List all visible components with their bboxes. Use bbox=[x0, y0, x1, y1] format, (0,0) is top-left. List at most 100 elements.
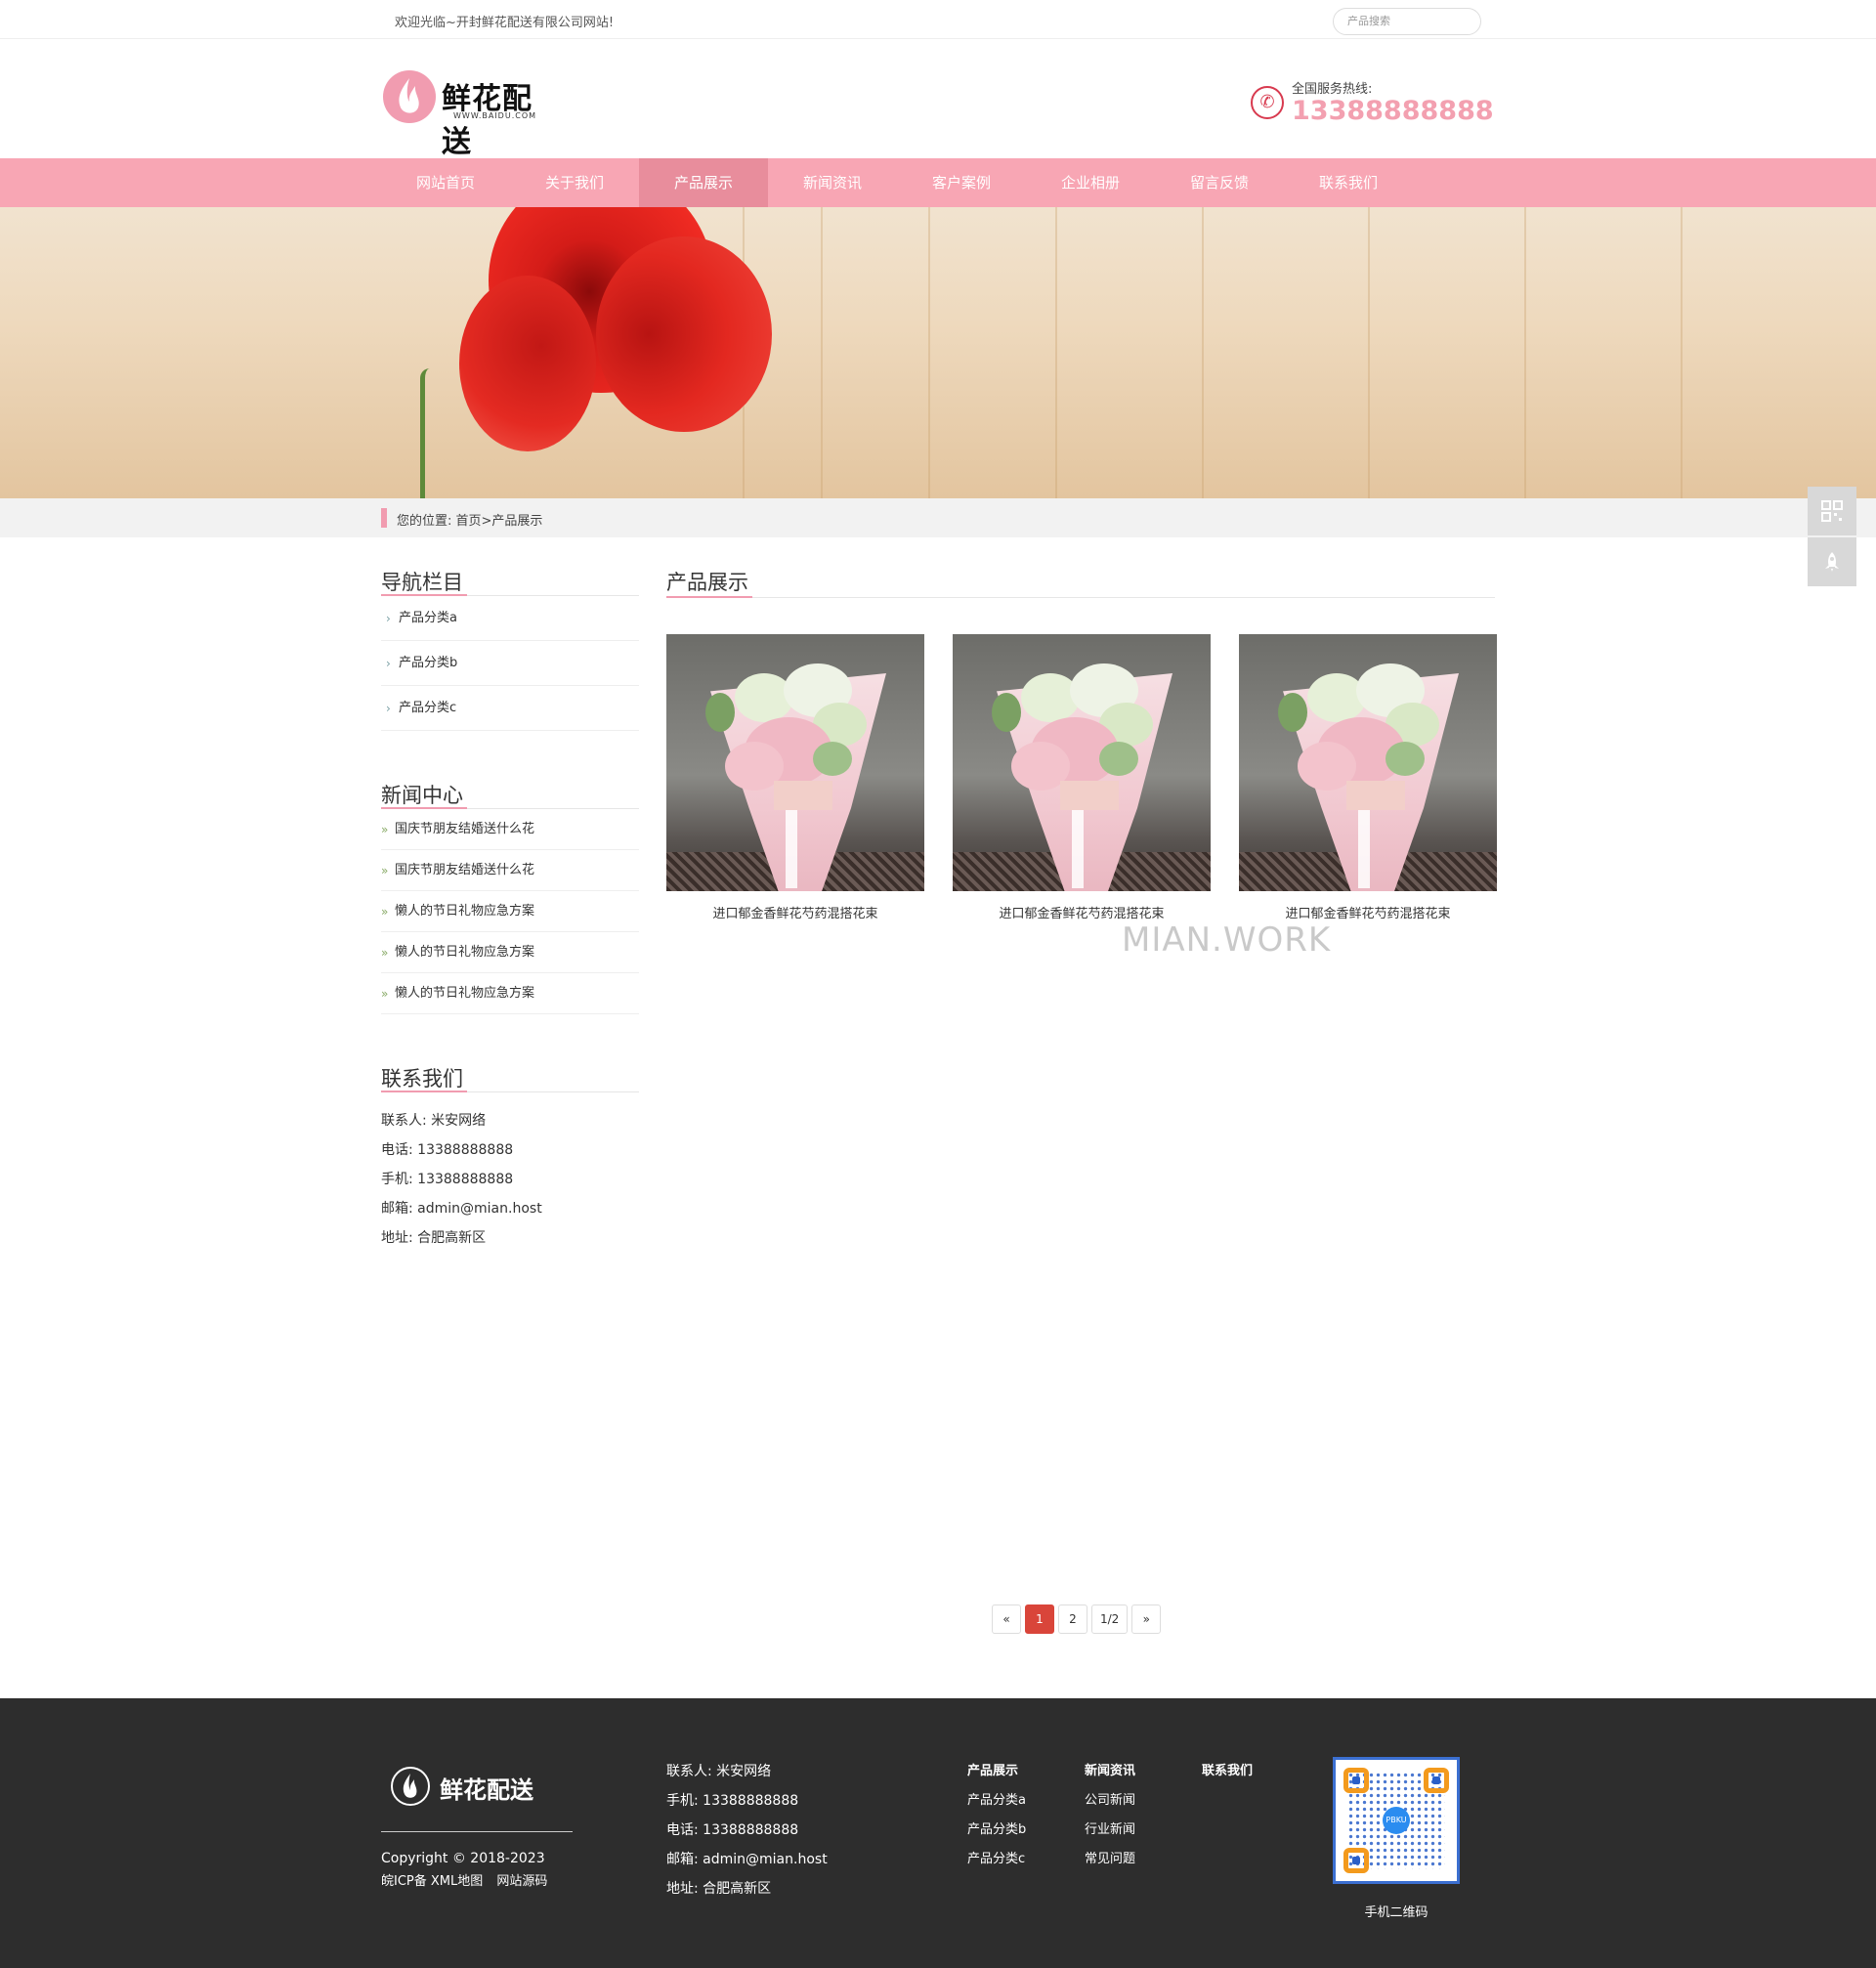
contact-line: 联系人: 米安网络 bbox=[381, 1113, 487, 1129]
sidebar: 导航栏目 › 产品分类a › 产品分类b › 产品分类c 新闻中心 » 国庆节朋友结婚送什么… bbox=[381, 537, 639, 1253]
footer-contact-line: 手机: 13388888888 bbox=[666, 1793, 799, 1809]
pager-prev-button[interactable]: « bbox=[992, 1604, 1021, 1634]
pager-page-button[interactable]: 1 bbox=[1025, 1604, 1054, 1634]
hotline-number: 13388888888 bbox=[1292, 96, 1494, 126]
news-item[interactable]: » 懒人的节日礼物应急方案 bbox=[381, 932, 639, 973]
product-name[interactable]: 进口郁金香鲜花芍药混搭花束 bbox=[1239, 903, 1497, 921]
hotline-label: 全国服务热线: bbox=[1292, 82, 1373, 97]
footer-contact-line: 联系人: 米安网络 bbox=[666, 1764, 772, 1779]
footer-contact-line: 地址: 合肥高新区 bbox=[666, 1881, 772, 1897]
breadcrumb: 您的位置: 首页>产品展示 bbox=[0, 498, 1876, 537]
contact-line: 电话: 13388888888 bbox=[381, 1142, 514, 1158]
nav-item-1[interactable]: 关于我们 bbox=[510, 158, 639, 207]
watermark: MIAN.WORK bbox=[1122, 920, 1332, 960]
nav-item-7[interactable]: 联系我们 bbox=[1284, 158, 1413, 207]
news-list: » 国庆节朋友结婚送什么花 » 国庆节朋友结婚送什么花 » 懒人的节日礼物应急方案 » 懒人的… bbox=[381, 809, 639, 1014]
double-chevron-icon: » bbox=[381, 864, 389, 877]
pager-page-button[interactable]: 2 bbox=[1058, 1604, 1087, 1634]
footer-divider bbox=[381, 1831, 573, 1832]
footer-link[interactable]: 行业新闻 bbox=[1085, 1816, 1135, 1845]
news-title: 国庆节朋友结婚送什么花 bbox=[395, 863, 535, 877]
news-title: 懒人的节日礼物应急方案 bbox=[395, 904, 535, 919]
chevron-right-icon: › bbox=[386, 702, 391, 715]
footer-contact-line: 电话: 13388888888 bbox=[666, 1822, 799, 1838]
qr-label: 手机二维码 bbox=[1364, 1905, 1428, 1920]
qr-code-icon: PBKU bbox=[1333, 1757, 1460, 1884]
footer-col-heading[interactable]: 联系我们 bbox=[1202, 1757, 1253, 1786]
footer: 鲜花配送 Copyright © 2018-2023 皖ICP备 XML地图 网… bbox=[0, 1698, 1876, 1968]
contact-line: 地址: 合肥高新区 bbox=[381, 1230, 487, 1246]
double-chevron-icon: » bbox=[381, 946, 389, 960]
site-logo[interactable]: 鲜花配送 WWW.BAIDU.COM bbox=[383, 70, 559, 159]
double-chevron-icon: » bbox=[381, 987, 389, 1001]
page-title: 产品展示 bbox=[666, 537, 1495, 598]
news-item[interactable]: » 懒人的节日礼物应急方案 bbox=[381, 973, 639, 1014]
category-item[interactable]: › 产品分类a bbox=[381, 596, 639, 641]
news-item[interactable]: » 懒人的节日礼物应急方案 bbox=[381, 891, 639, 932]
footer-col-heading[interactable]: 新闻资讯 bbox=[1085, 1757, 1135, 1786]
chevron-right-icon: › bbox=[386, 612, 391, 625]
category-item[interactable]: › 产品分类b bbox=[381, 641, 639, 686]
footer-logo-text: 鲜花配送 bbox=[440, 1776, 533, 1804]
breadcrumb-text[interactable]: 您的位置: 首页>产品展示 bbox=[397, 510, 542, 529]
news-title: 国庆节朋友结婚送什么花 bbox=[395, 822, 535, 836]
pager-next-button[interactable]: » bbox=[1131, 1604, 1162, 1634]
contact-list: 联系人: 米安网络电话: 13388888888 手机: 13388888888 邮… bbox=[381, 1092, 639, 1253]
category-item[interactable]: › 产品分类c bbox=[381, 686, 639, 731]
icp-link[interactable]: 皖ICP备 bbox=[381, 1874, 427, 1889]
qr-code-icon bbox=[1821, 500, 1843, 522]
product-name[interactable]: 进口郁金香鲜花芍药混搭花束 bbox=[953, 903, 1211, 921]
product-card[interactable]: 进口郁金香鲜花芍药混搭花束 bbox=[1239, 634, 1497, 921]
rocket-top-icon bbox=[1821, 551, 1843, 573]
footer-contact-line: 邮箱: admin@mian.host bbox=[666, 1852, 828, 1867]
double-chevron-icon: » bbox=[381, 905, 389, 919]
logo-flame-icon bbox=[391, 1767, 430, 1806]
footer-link[interactable]: 常见问题 bbox=[1085, 1845, 1135, 1874]
news-title: 懒人的节日礼物应急方案 bbox=[395, 945, 535, 960]
nav-item-2[interactable]: 产品展示 bbox=[639, 158, 768, 207]
back-to-top-button[interactable] bbox=[1808, 537, 1856, 586]
footer-col-products: 产品展示 产品分类a 产品分类b 产品分类c bbox=[967, 1757, 1026, 1874]
copyright: Copyright © 2018-2023 bbox=[381, 1851, 545, 1866]
news-title: 懒人的节日礼物应急方案 bbox=[395, 986, 535, 1001]
logo-subtext: WWW.BAIDU.COM bbox=[453, 111, 537, 120]
header: 鲜花配送 WWW.BAIDU.COM ✆ 全国服务热线: 13388888888 bbox=[0, 39, 1876, 159]
sidebar-contact-title: 联系我们 bbox=[381, 1034, 639, 1092]
product-image[interactable] bbox=[666, 634, 924, 891]
main-column: 产品展示 进口郁金香鲜花芍药混搭花束 进口郁金香鲜花芍药混搭花束 进口郁金香鲜花芍药… bbox=[666, 537, 1497, 960]
category-label: 产品分类b bbox=[399, 656, 458, 670]
footer-col-heading[interactable]: 产品展示 bbox=[967, 1757, 1026, 1786]
nav-item-6[interactable]: 留言反馈 bbox=[1155, 158, 1284, 207]
source-link[interactable]: 网站源码 bbox=[496, 1874, 547, 1889]
nav-item-5[interactable]: 企业相册 bbox=[1026, 158, 1155, 207]
footer-links: 皖ICP备 XML地图 网站源码 bbox=[381, 1870, 557, 1889]
phone-icon: ✆ bbox=[1251, 86, 1284, 119]
footer-link[interactable]: 产品分类c bbox=[967, 1845, 1026, 1874]
contact-line: 邮箱: admin@mian.host bbox=[381, 1201, 542, 1217]
footer-link[interactable]: 公司新闻 bbox=[1085, 1786, 1135, 1816]
footer-contact: 联系人: 米安网络手机: 13388888888 电话: 13388888888 邮… bbox=[666, 1757, 828, 1904]
chevron-right-icon: › bbox=[386, 657, 391, 670]
footer-link[interactable]: 产品分类a bbox=[967, 1786, 1026, 1816]
search-input[interactable]: 产品搜索 bbox=[1333, 8, 1481, 35]
product-image[interactable] bbox=[1239, 634, 1497, 891]
contact-line: 手机: 13388888888 bbox=[381, 1172, 514, 1187]
footer-link[interactable]: 产品分类b bbox=[967, 1816, 1026, 1845]
product-image[interactable] bbox=[953, 634, 1211, 891]
news-item[interactable]: » 国庆节朋友结婚送什么花 bbox=[381, 809, 639, 850]
main-nav: 网站首页 关于我们 产品展示 新闻资讯 客户案例 企业相册 留言反馈 联系我们 bbox=[0, 158, 1876, 207]
product-card[interactable]: 进口郁金香鲜花芍药混搭花束 bbox=[953, 634, 1211, 921]
footer-col-contact: 联系我们 bbox=[1202, 1757, 1253, 1786]
category-label: 产品分类c bbox=[399, 701, 457, 715]
welcome-text: 欢迎光临~开封鲜花配送有限公司网站! bbox=[395, 16, 615, 30]
news-item[interactable]: » 国庆节朋友结婚送什么花 bbox=[381, 850, 639, 891]
nav-item-3[interactable]: 新闻资讯 bbox=[768, 158, 897, 207]
product-card[interactable]: 进口郁金香鲜花芍药混搭花束 bbox=[666, 634, 924, 921]
float-qr-button[interactable] bbox=[1808, 487, 1856, 535]
hero-banner bbox=[0, 207, 1876, 498]
nav-item-4[interactable]: 客户案例 bbox=[897, 158, 1026, 207]
footer-logo[interactable]: 鲜花配送 bbox=[391, 1767, 547, 1816]
xml-map-link[interactable]: XML地图 bbox=[431, 1874, 483, 1889]
product-name[interactable]: 进口郁金香鲜花芍药混搭花束 bbox=[666, 903, 924, 921]
nav-item-0[interactable]: 网站首页 bbox=[381, 158, 510, 207]
